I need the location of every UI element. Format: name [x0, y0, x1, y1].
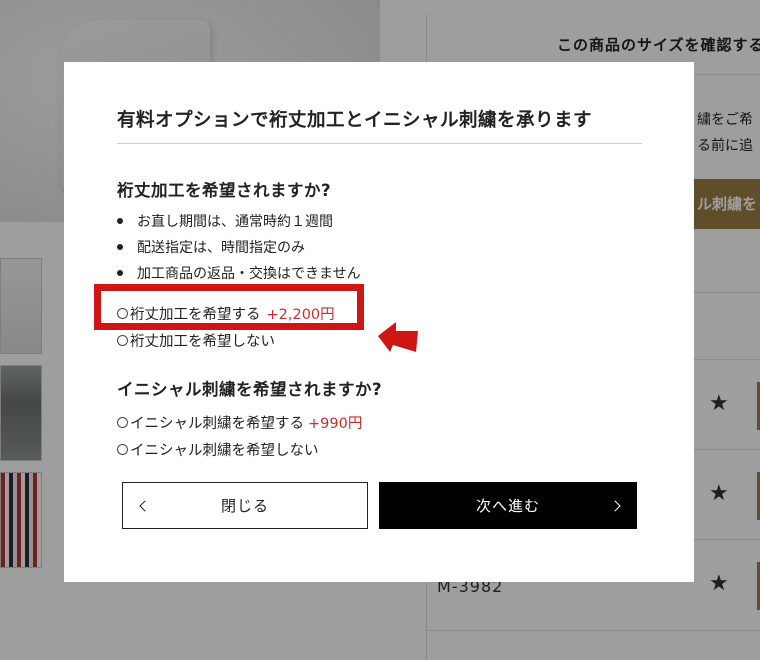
close-button-label: 閉じる — [220, 497, 269, 515]
option-label: イニシャル刺繍を希望する — [130, 416, 304, 432]
initial-option-yes[interactable]: イニシャル刺繍を希望する +990円 — [117, 412, 362, 433]
radio-button[interactable] — [117, 335, 128, 346]
option-label: 裄丈加工を希望しない — [130, 334, 275, 350]
radio-button[interactable] — [117, 308, 128, 319]
sleeve-option-yes[interactable]: 裄丈加工を希望する +2,200円 — [117, 303, 335, 324]
sleeve-option-no[interactable]: 裄丈加工を希望しない — [117, 330, 275, 351]
sleeve-notes-list: お直し期間は、通常時約１週間 配送指定は、時間指定のみ 加工商品の返品・交換はで… — [117, 212, 361, 290]
options-modal: 有料オプションで裄丈加工とイニシャル刺繍を承ります 裄丈加工を希望されますか? … — [64, 62, 694, 582]
initial-question-heading: イニシャル刺繍を希望されますか? — [117, 380, 383, 399]
bullet-icon — [117, 244, 123, 250]
close-button[interactable]: 閉じる — [122, 482, 368, 529]
chevron-right-icon — [609, 499, 621, 512]
list-item: お直し期間は、通常時約１週間 — [117, 212, 361, 238]
option-price: +2,200円 — [266, 307, 335, 323]
radio-button[interactable] — [117, 417, 128, 428]
sleeve-question-heading: 裄丈加工を希望されますか? — [117, 181, 332, 200]
pointer-arrow-icon — [378, 322, 418, 352]
radio-button[interactable] — [117, 444, 128, 455]
next-button-label: 次へ進む — [475, 497, 540, 515]
modal-title: 有料オプションで裄丈加工とイニシャル刺繍を承ります — [117, 106, 642, 144]
list-item: 配送指定は、時間指定のみ — [117, 238, 361, 264]
initial-option-no[interactable]: イニシャル刺繍を希望しない — [117, 439, 319, 460]
option-label: 裄丈加工を希望する — [130, 307, 261, 323]
bullet-icon — [117, 270, 123, 276]
chevron-left-icon — [139, 499, 151, 512]
next-button[interactable]: 次へ進む — [379, 482, 637, 529]
option-price: +990円 — [308, 416, 363, 432]
option-label: イニシャル刺繍を希望しない — [130, 443, 319, 459]
bullet-icon — [117, 218, 123, 224]
